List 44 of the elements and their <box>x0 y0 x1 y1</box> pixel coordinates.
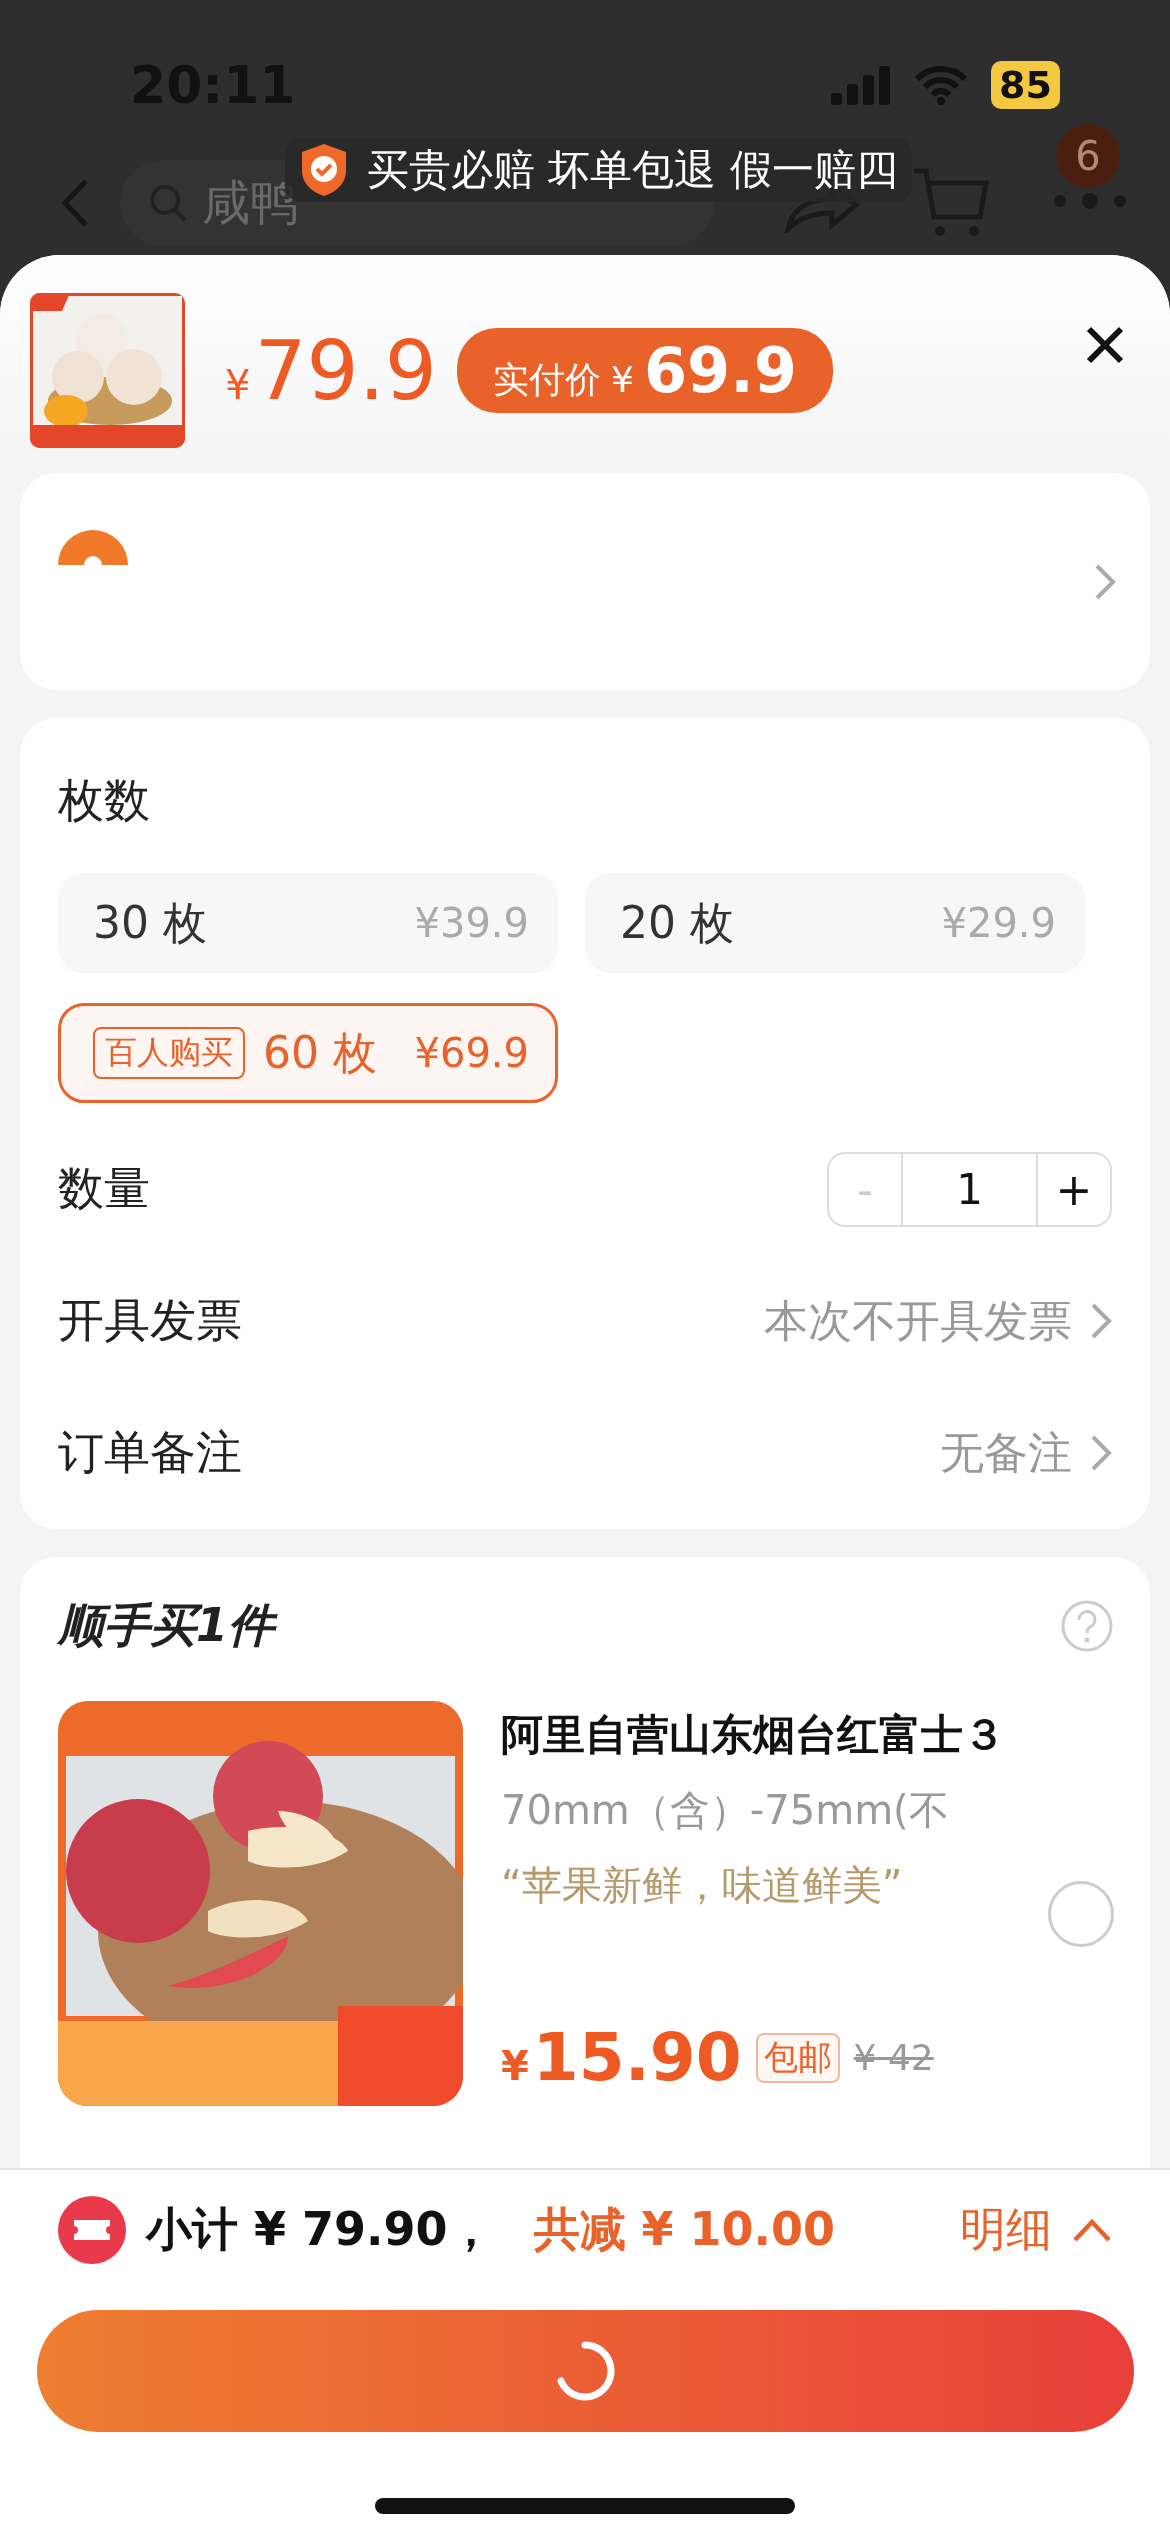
help-icon[interactable] <box>1060 1599 1114 1653</box>
product-price: ¥79.9 <box>225 323 438 418</box>
count-option[interactable]: 百人购买 60 枚 ¥69.9 <box>58 1003 558 1103</box>
cart-count-badge: 6 <box>1056 123 1120 188</box>
shield-check-icon <box>299 142 349 198</box>
tag-label: 百人购买 <box>93 1027 245 1079</box>
option-label: 60 枚 <box>263 1025 377 1080</box>
option-price: ¥29.9 <box>941 900 1056 946</box>
discount-text: 共减 ¥ 10.00 <box>533 2201 836 2258</box>
battery-level: 85 <box>991 61 1060 109</box>
section-title: 枚数 <box>58 771 151 829</box>
row-label: 数量 <box>58 1160 150 1217</box>
chevron-right-icon <box>1090 1302 1112 1340</box>
review-quote: “苹果新鲜，味道鲜美” <box>501 1861 904 1910</box>
chevron-right-icon <box>1090 1434 1112 1472</box>
wifi-icon <box>915 65 968 105</box>
count-option[interactable]: 30 枚 ¥39.9 <box>58 873 558 973</box>
quantity-stepper[interactable]: - 1 + <box>827 1151 1112 1227</box>
addon-price: ¥15.90 <box>501 2019 742 2096</box>
count-option[interactable]: 20 枚 ¥29.9 <box>585 873 1085 973</box>
row-label: 订单备注 <box>58 1424 242 1481</box>
free-shipping-tag: 包邮 <box>755 2032 840 2083</box>
actual-price-badge: 实付价 ¥ 69.9 <box>457 328 833 413</box>
quantity-value: 1 <box>901 1153 1038 1225</box>
original-price: ¥ 42 <box>853 2037 934 2078</box>
address-card[interactable] <box>20 473 1150 690</box>
option-price: ¥39.9 <box>414 900 529 946</box>
row-value[interactable]: 无备注 <box>940 1423 1072 1483</box>
option-price: ¥69.9 <box>414 1030 529 1076</box>
ticket-icon <box>58 2196 126 2264</box>
details-button[interactable]: 明细 <box>960 2199 1112 2261</box>
row-value[interactable]: 本次不开具发票 <box>764 1291 1072 1351</box>
row-label: 开具发票 <box>58 1292 242 1349</box>
option-label: 20 枚 <box>620 895 734 950</box>
back-icon[interactable] <box>60 177 90 228</box>
product-spec: 70mm（含）-75mm(不 <box>501 1786 950 1835</box>
subtotal-text: 小计 ¥ 79.90， <box>146 2201 494 2258</box>
caret-up-icon <box>1072 2217 1112 2243</box>
chevron-right-icon <box>1094 562 1116 601</box>
location-icon <box>58 528 128 565</box>
option-label: 30 枚 <box>93 895 207 950</box>
product-name: 阿里自营山东烟台红富士３ <box>501 1709 1006 1761</box>
plus-button[interactable]: + <box>1038 1153 1110 1225</box>
signal-icon <box>831 65 892 105</box>
